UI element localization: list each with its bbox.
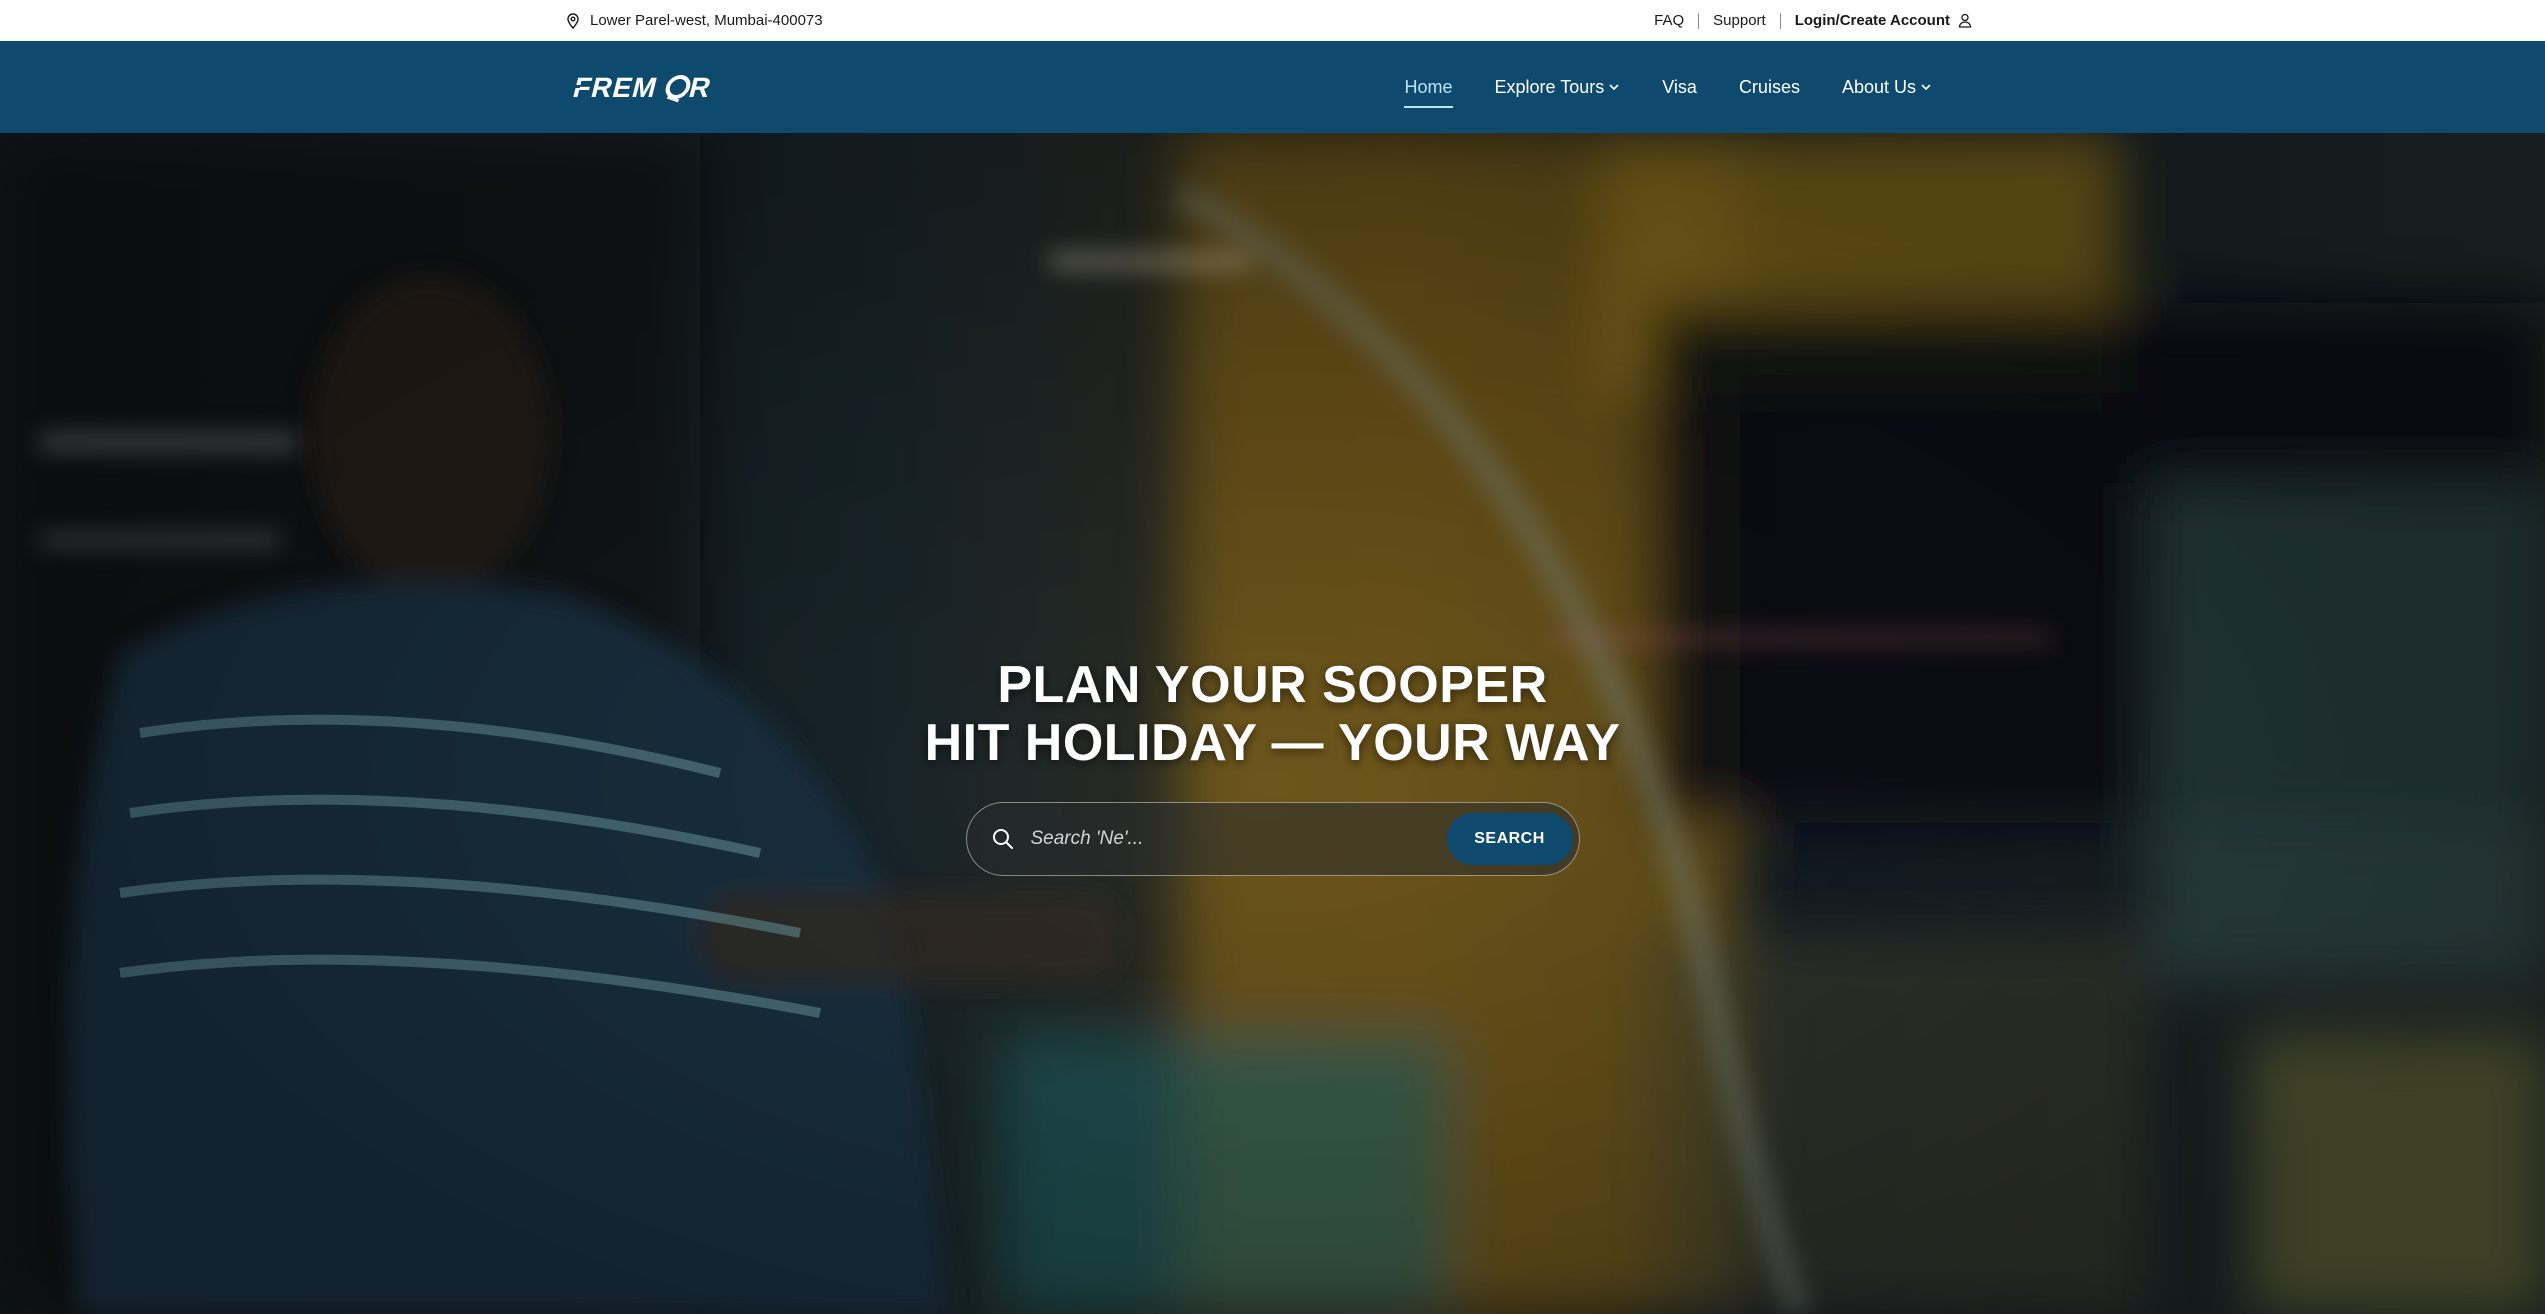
hero-section: PLAN YOUR SOOPER HIT HOLIDAY — YOUR WAY … [0, 133, 2545, 1314]
login-link[interactable]: Login/Create Account [1795, 12, 1972, 29]
nav-visa[interactable]: Visa [1662, 77, 1697, 98]
support-link[interactable]: Support [1713, 12, 1766, 29]
nav-label: Cruises [1738, 76, 1800, 97]
location-text: Lower Parel-west, Mumbai-400073 [590, 12, 823, 29]
search-input[interactable] [1028, 827, 1447, 851]
chevron-down-icon [1921, 84, 1931, 91]
hero-title-line2: HIT HOLIDAY — YOUR WAY [924, 714, 1621, 772]
search-button[interactable]: SEARCH [1446, 813, 1573, 865]
nav-cruises[interactable]: Cruises [1739, 77, 1800, 98]
map-pin-icon [567, 12, 579, 29]
chevron-down-icon [1609, 84, 1619, 91]
nav-about-us[interactable]: About Us [1842, 77, 1932, 98]
divider [1698, 12, 1700, 29]
nav-label: Home [1404, 76, 1453, 97]
divider [1779, 12, 1781, 29]
hero-title: PLAN YOUR SOOPER HIT HOLIDAY — YOUR WAY [925, 656, 1621, 772]
svg-text:R: R [686, 72, 714, 103]
svg-text:FREM: FREM [570, 72, 661, 103]
login-label: Login/Create Account [1794, 12, 1950, 29]
hero-search-bar: SEARCH [965, 802, 1580, 876]
utility-links: FAQ Support Login/Create Account [1654, 0, 1972, 41]
location-info: Lower Parel-west, Mumbai-400073 [566, 0, 823, 41]
hero-content: PLAN YOUR SOOPER HIT HOLIDAY — YOUR WAY … [0, 656, 2545, 876]
brand-logo[interactable]: FREM R [566, 71, 730, 103]
nav-explore-tours[interactable]: Explore Tours [1495, 77, 1621, 98]
hero-title-line1: PLAN YOUR SOOPER [997, 656, 1548, 714]
user-icon [1958, 13, 1972, 28]
nav-label: Explore Tours [1494, 76, 1605, 97]
nav-label: Visa [1662, 76, 1697, 97]
fremor-logo-icon: FREM R [566, 72, 714, 103]
primary-nav: Home Explore Tours Visa Cruises About Us [1404, 41, 1932, 133]
main-navbar: FREM R Home Explore Tours Visa Cruises A… [0, 41, 2545, 133]
top-utility-bar: Lower Parel-west, Mumbai-400073 FAQ Supp… [0, 0, 2545, 41]
search-icon [992, 829, 1013, 849]
nav-home[interactable]: Home [1404, 76, 1453, 108]
faq-link[interactable]: FAQ [1654, 12, 1684, 29]
nav-label: About Us [1841, 76, 1916, 97]
